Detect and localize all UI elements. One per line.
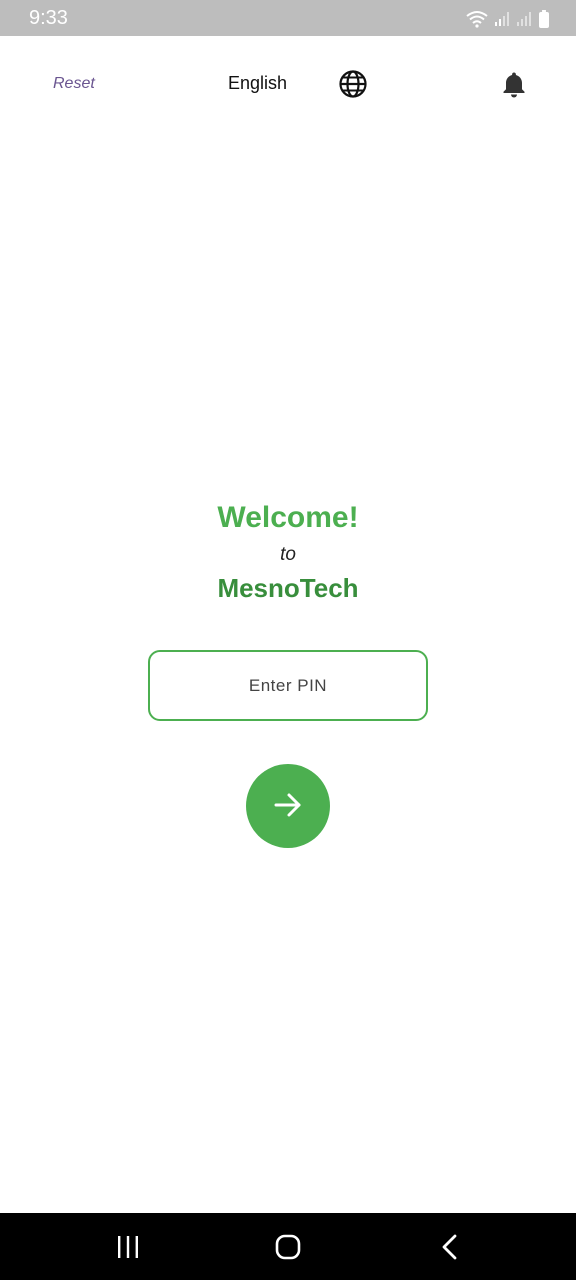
status-bar: 9:33 — [0, 0, 576, 36]
bell-icon[interactable] — [500, 70, 528, 98]
brand-name: MesnoTech — [217, 573, 359, 603]
reset-link[interactable]: Reset — [53, 74, 95, 94]
status-icons — [466, 9, 550, 29]
back-icon[interactable] — [434, 1231, 466, 1263]
signal-icon — [494, 11, 510, 27]
recents-icon[interactable] — [112, 1231, 144, 1263]
system-nav-bar — [0, 1213, 576, 1280]
battery-icon — [538, 10, 550, 28]
submit-button[interactable] — [246, 764, 330, 848]
pin-field-container — [148, 650, 428, 721]
home-icon[interactable] — [272, 1231, 304, 1263]
signal-icon — [516, 11, 532, 27]
welcome-title: Welcome! — [217, 501, 359, 534]
app-bar: Reset English — [0, 36, 576, 132]
status-time: 9:33 — [29, 7, 68, 29]
welcome-connector: to — [280, 544, 296, 565]
wifi-icon — [466, 10, 488, 28]
globe-icon[interactable] — [338, 69, 368, 99]
pin-input[interactable] — [150, 652, 426, 719]
arrow-right-icon — [271, 788, 305, 825]
language-selector-label[interactable]: English — [228, 72, 287, 94]
